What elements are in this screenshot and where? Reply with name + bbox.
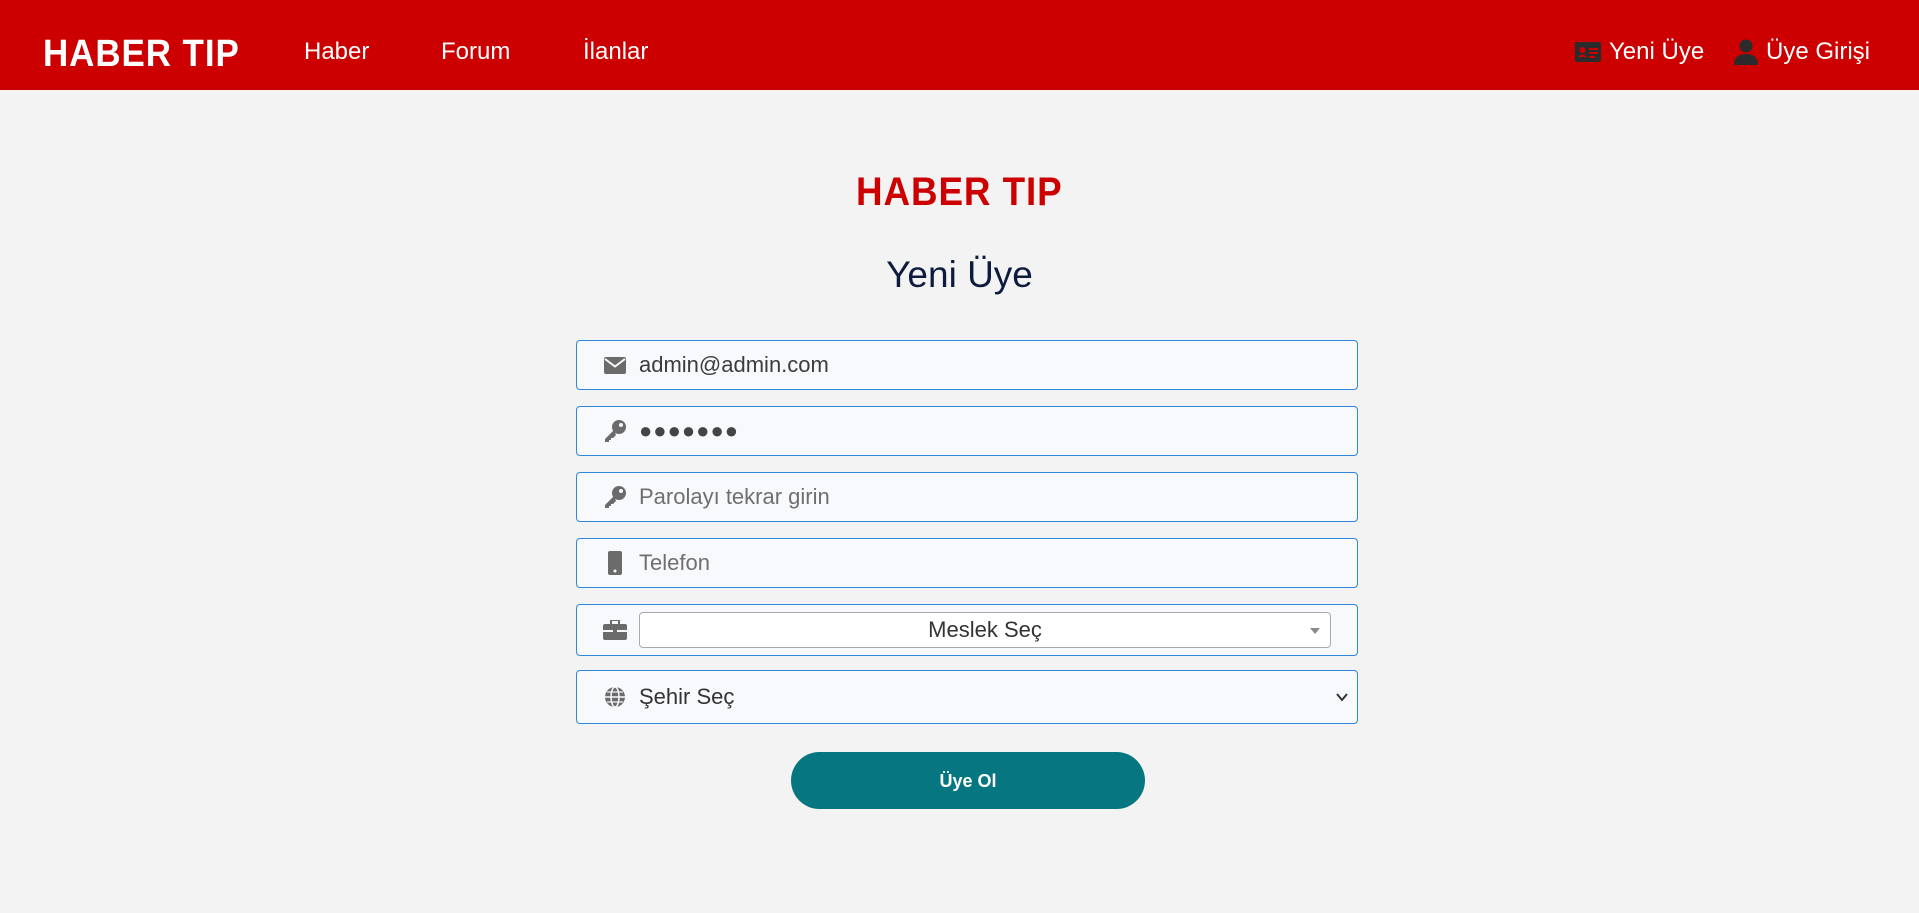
- envelope-icon: [603, 353, 627, 377]
- nav-ilanlar[interactable]: İlanlar: [583, 38, 648, 66]
- chevron-down-icon: [1335, 690, 1349, 709]
- caret-down-icon: [1310, 628, 1320, 634]
- register-label: Yeni Üye: [1609, 38, 1705, 65]
- nav-forum[interactable]: Forum: [441, 38, 510, 66]
- submit-button[interactable]: Üye Ol: [791, 752, 1145, 809]
- phone-input[interactable]: [639, 539, 1339, 587]
- key-icon: [603, 485, 627, 509]
- email-field: [576, 340, 1358, 390]
- city-field[interactable]: Şehir Seç: [576, 670, 1358, 724]
- form-logo-text: HABER TIP: [856, 170, 1063, 214]
- phone-field: [576, 538, 1358, 588]
- page-title: Yeni Üye: [886, 254, 1033, 295]
- password-repeat-field: [576, 472, 1358, 522]
- login-link[interactable]: Üye Girişi: [1734, 38, 1870, 66]
- password-field: ●●●●●●●: [576, 406, 1358, 456]
- briefcase-icon: [603, 618, 627, 642]
- key-icon: [603, 419, 627, 443]
- login-label: Üye Girişi: [1766, 38, 1871, 65]
- job-select[interactable]: Meslek Seç: [639, 612, 1331, 648]
- top-navbar: HABER TIP Haber Forum İlanlar Yeni Üye Ü…: [0, 0, 1919, 90]
- brand-logo[interactable]: HABER TIP: [43, 30, 240, 78]
- form-logo: HABER TIP: [0, 168, 1919, 216]
- globe-icon: [603, 685, 627, 709]
- city-select[interactable]: Şehir Seç: [639, 671, 734, 723]
- id-card-icon: [1575, 42, 1601, 62]
- password-input[interactable]: ●●●●●●●: [639, 407, 739, 455]
- register-link[interactable]: Yeni Üye: [1575, 38, 1704, 66]
- password-repeat-input[interactable]: [639, 473, 1339, 521]
- job-select-value: Meslek Seç: [928, 617, 1042, 642]
- user-icon: [1734, 39, 1758, 65]
- mobile-phone-icon: [603, 551, 627, 575]
- email-input[interactable]: [639, 341, 1339, 389]
- nav-haber[interactable]: Haber: [304, 38, 369, 66]
- job-field: Meslek Seç: [576, 604, 1358, 656]
